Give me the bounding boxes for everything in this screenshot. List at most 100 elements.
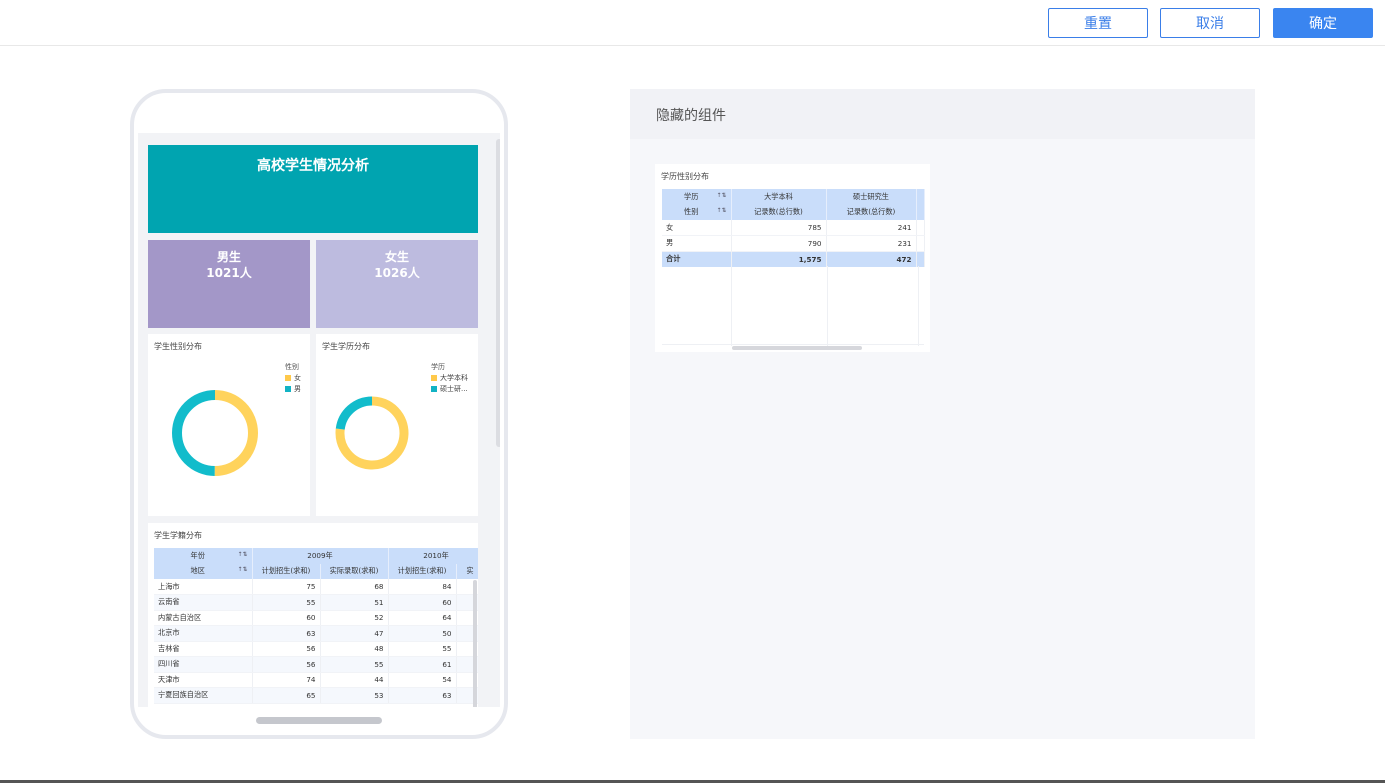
- cell-value: 52: [320, 610, 389, 626]
- region-cell: 四川省: [154, 656, 253, 673]
- male-kpi-card[interactable]: 男生 1021人: [148, 240, 310, 328]
- column-divider: [731, 266, 732, 346]
- sort-icon[interactable]: ↑⇅: [716, 192, 726, 199]
- row-dim-label: 地区: [190, 566, 205, 576]
- male-kpi-label: 男生: [216, 250, 241, 264]
- female-kpi-label: 女生: [384, 250, 409, 264]
- gender-donut-chart[interactable]: [148, 334, 310, 516]
- measure-header: 记录数(总行数): [826, 204, 917, 220]
- degree-donut-chart[interactable]: [316, 334, 478, 516]
- female-kpi-card[interactable]: 女生 1026人: [316, 240, 478, 328]
- dashboard-title-card[interactable]: 高校学生情况分析: [148, 145, 478, 233]
- donut-slice-女[interactable]: [214, 390, 258, 476]
- cell-value: 55: [252, 594, 321, 611]
- dim-label: 性别: [684, 207, 699, 217]
- table-row[interactable]: 宁夏回族自治区 65 53 63: [154, 687, 478, 704]
- row-dim-label: 年份: [190, 550, 205, 560]
- hidden-table-component[interactable]: 学历性别分布 学历 ↑⇅ 大学本科 硕士研究生 性别 ↑⇅ 记录数(总行数) 记录数…: [655, 164, 930, 352]
- sort-icon[interactable]: ↑⇅: [716, 207, 726, 214]
- cell-value: 56: [252, 641, 321, 657]
- donut-slice-男[interactable]: [171, 390, 216, 476]
- table-header-row: 学历 ↑⇅ 大学本科 硕士研究生: [662, 189, 925, 205]
- row-label: 男: [662, 235, 732, 252]
- reset-button[interactable]: 重置: [1048, 8, 1148, 38]
- origin-table-card[interactable]: 学生学籍分布 年份 ↑⇅ 2009年 2010年 地区 ↑⇅ 计划招生(求和) 实际…: [148, 523, 478, 707]
- table-vertical-scrollbar[interactable]: [473, 580, 477, 707]
- top-toolbar: 重置 取消 确定: [0, 0, 1385, 46]
- hidden-components-panel: 隐藏的组件 学历性别分布 学历 ↑⇅ 大学本科 硕士研究生 性别 ↑⇅ 记录数(总行…: [630, 89, 1255, 739]
- measure-header: 计划招生(求和): [252, 563, 321, 579]
- measure-header: 记录数(总行数): [731, 204, 827, 220]
- cell-value: 60: [252, 610, 321, 626]
- table-subheader-row: 性别 ↑⇅ 记录数(总行数) 记录数(总行数): [662, 204, 925, 220]
- region-cell: 上海市: [154, 579, 253, 595]
- table-row[interactable]: 云南省 55 51 60: [154, 594, 478, 611]
- cell-value: 53: [320, 687, 389, 704]
- confirm-button[interactable]: 确定: [1273, 8, 1373, 38]
- gender-chart-card[interactable]: 学生性别分布 性别 女 男: [148, 334, 310, 516]
- region-cell: 云南省: [154, 594, 253, 611]
- measure-header: 实: [456, 563, 478, 579]
- table-row[interactable]: 天津市 74 44 54: [154, 672, 478, 688]
- cancel-button[interactable]: 取消: [1160, 8, 1260, 38]
- measure-header: 实际录取(求和): [320, 563, 389, 579]
- total-value: 472: [826, 251, 917, 267]
- dim-label: 学历: [684, 191, 699, 201]
- table-row[interactable]: 上海市 75 68 84: [154, 579, 478, 595]
- column-divider: [918, 266, 919, 346]
- mobile-preview-frame: 高校学生情况分析 男生 1021人 女生 1026人 学生性别分布 性别 女 男…: [130, 89, 508, 739]
- cell-value: 47: [320, 625, 389, 642]
- total-label: 合计: [662, 251, 732, 267]
- origin-pivot-table[interactable]: 年份 ↑⇅ 2009年 2010年 地区 ↑⇅ 计划招生(求和) 实际录取(求和) …: [154, 548, 478, 704]
- region-cell: 天津市: [154, 672, 253, 688]
- cell-value: 231: [826, 235, 917, 252]
- table-header-row: 年份 ↑⇅ 2009年 2010年: [154, 548, 478, 564]
- cell-value: 65: [252, 687, 321, 704]
- cell-value: 55: [388, 641, 457, 657]
- mobile-vertical-scrollbar[interactable]: [496, 139, 500, 447]
- column-year-2009: 2009年: [252, 548, 389, 564]
- cell-value: 50: [388, 625, 457, 642]
- cell-value: 64: [388, 610, 457, 626]
- region-cell: 北京市: [154, 625, 253, 642]
- table-horizontal-scrollbar[interactable]: [732, 346, 862, 350]
- row-dim-region[interactable]: 地区 ↑⇅: [154, 563, 253, 579]
- cell-value: 56: [252, 656, 321, 673]
- home-indicator: [256, 717, 382, 724]
- table-row[interactable]: 四川省 56 55 61: [154, 656, 478, 673]
- region-cell: 内蒙古自治区: [154, 610, 253, 626]
- female-kpi-value: 1026人: [374, 266, 420, 280]
- row-dim-year[interactable]: 年份 ↑⇅: [154, 548, 253, 564]
- region-cell: 宁夏回族自治区: [154, 687, 253, 704]
- table-row[interactable]: 吉林省 56 48 55: [154, 641, 478, 657]
- row-label: 女: [662, 220, 732, 236]
- cell-value: 61: [388, 656, 457, 673]
- table-row[interactable]: 男 790 231: [662, 235, 925, 252]
- dim-gender[interactable]: 性别 ↑⇅: [662, 204, 732, 220]
- table-subheader-row: 地区 ↑⇅ 计划招生(求和) 实际录取(求和) 计划招生(求和) 实: [154, 563, 478, 579]
- donut-slice-硕士研...[interactable]: [335, 396, 373, 430]
- degree-gender-pivot-table[interactable]: 学历 ↑⇅ 大学本科 硕士研究生 性别 ↑⇅ 记录数(总行数) 记录数(总行数) 女…: [662, 189, 925, 267]
- cell-value: 44: [320, 672, 389, 688]
- cell-value: 63: [252, 625, 321, 642]
- cell-value: 60: [388, 594, 457, 611]
- degree-chart-card[interactable]: 学生学历分布 学历 大学本科 硕士研...: [316, 334, 478, 516]
- sort-icon[interactable]: ↑⇅: [237, 566, 247, 573]
- origin-table-title: 学生学籍分布: [154, 531, 202, 540]
- table-total-row[interactable]: 合计 1,575 472: [662, 251, 925, 267]
- cell-value: 54: [388, 672, 457, 688]
- sort-icon[interactable]: ↑⇅: [237, 551, 247, 558]
- table-row[interactable]: 女 785 241: [662, 220, 925, 236]
- dim-degree[interactable]: 学历 ↑⇅: [662, 189, 732, 205]
- table-row[interactable]: 北京市 63 47 50: [154, 625, 478, 642]
- cell-value: 785: [731, 220, 827, 236]
- hidden-panel-title: 隐藏的组件: [630, 89, 1255, 139]
- cell-value: 48: [320, 641, 389, 657]
- dashboard-title: 高校学生情况分析: [257, 158, 369, 174]
- table-row[interactable]: 内蒙古自治区 60 52 64: [154, 610, 478, 626]
- column-bachelor: 大学本科: [731, 189, 827, 205]
- cell-value: 241: [826, 220, 917, 236]
- cell-value: 790: [731, 235, 827, 252]
- cell-value: 63: [388, 687, 457, 704]
- mobile-screen[interactable]: 高校学生情况分析 男生 1021人 女生 1026人 学生性别分布 性别 女 男…: [138, 133, 500, 707]
